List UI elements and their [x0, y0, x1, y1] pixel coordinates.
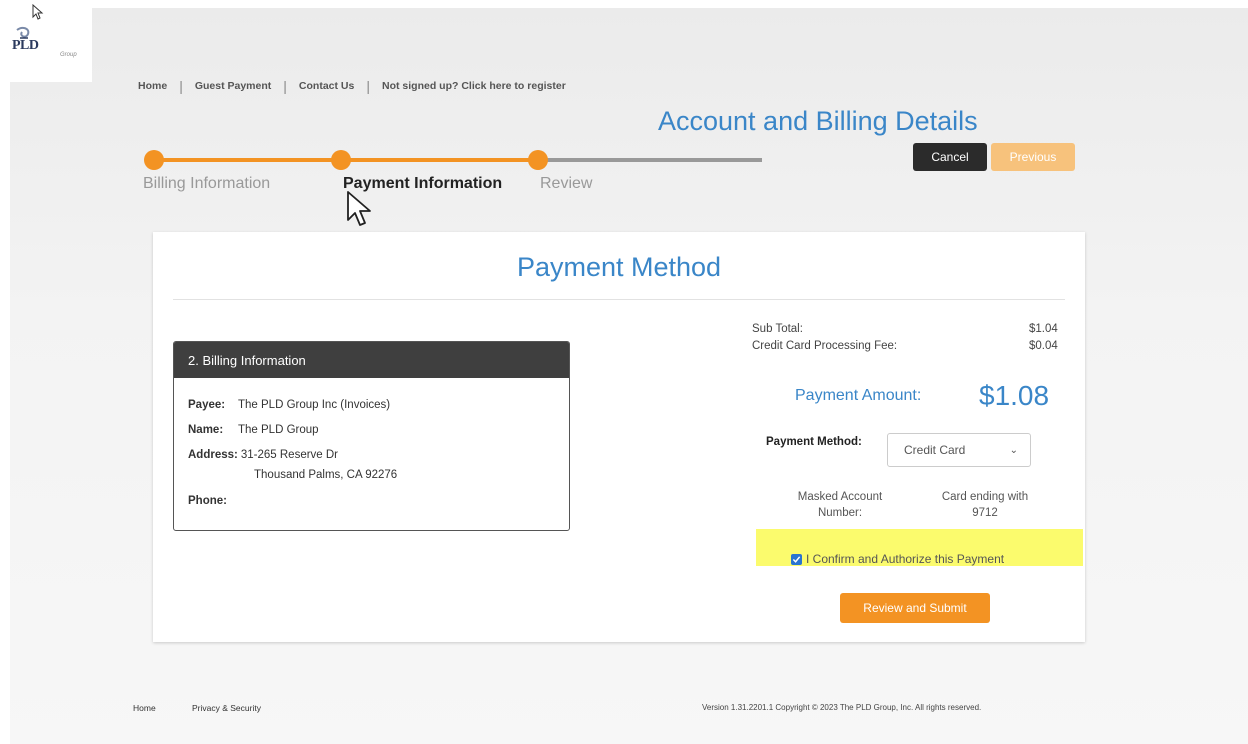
payment-amount-value: $1.08 — [979, 380, 1050, 411]
subtotal-value: $1.04 — [1029, 323, 1058, 335]
page-title: Account and Billing Details — [658, 106, 978, 136]
name-value: The PLD Group — [238, 424, 319, 436]
nav-separator: | — [366, 78, 370, 94]
logo-subtext: Group — [60, 52, 77, 58]
payment-method-label: Payment Method: — [766, 436, 862, 448]
address-line-2: Thousand Palms, CA 92276 — [254, 469, 398, 481]
payee-label: Payee: — [188, 399, 226, 411]
divider — [173, 299, 1065, 300]
phone-label: Phone: — [188, 495, 227, 507]
masked-account-label: Masked Account Number: — [775, 489, 905, 521]
step-dot-payment — [331, 150, 351, 170]
confirm-authorize-label[interactable]: I Confirm and Authorize this Payment — [806, 552, 1004, 566]
card-ending: Card ending with 9712 — [925, 489, 1045, 521]
fee-value: $0.04 — [1029, 340, 1058, 352]
step-dot-billing — [144, 150, 164, 170]
confirm-authorize: I Confirm and Authorize this Payment — [791, 552, 1004, 566]
payee-value: The PLD Group Inc (Invoices) — [238, 399, 391, 411]
logo[interactable]: PLD Group — [0, 0, 92, 82]
cancel-button[interactable]: Cancel — [913, 143, 987, 171]
nav-separator: | — [283, 78, 287, 94]
billing-card-header: 2. Billing Information — [174, 342, 569, 378]
nav-contact-us-link[interactable]: Contact Us — [299, 80, 354, 92]
billing-info-card: 2. Billing Information Payee: The PLD Gro… — [173, 341, 570, 531]
step-progress-bar — [140, 150, 780, 170]
subtotal-label: Sub Total: — [752, 323, 803, 335]
top-navigation: Home | Guest Payment | Contact Us | Not … — [138, 78, 566, 94]
payment-method-select[interactable]: Credit Card ⌄ — [887, 433, 1031, 467]
payee-row: Payee: The PLD Group Inc (Invoices) — [188, 399, 390, 411]
address-row: Address: 31-265 Reserve Dr — [188, 449, 338, 461]
step-label-billing: Billing Information — [143, 175, 271, 192]
fee-label: Credit Card Processing Fee: — [752, 340, 898, 352]
nav-separator: | — [179, 78, 183, 94]
checkbox-checked-icon[interactable] — [791, 553, 802, 565]
footer-privacy-link[interactable]: Privacy & Security — [192, 703, 261, 713]
nav-guest-payment-link[interactable]: Guest Payment — [195, 80, 271, 92]
masked-label-line-1: Masked Account — [797, 491, 883, 503]
cursor-icon — [347, 191, 371, 226]
payment-amount-label: Payment Amount: — [795, 387, 922, 404]
name-row: Name: The PLD Group — [188, 424, 319, 436]
chevron-down-icon: ⌄ — [1009, 444, 1018, 456]
logo-text: PLD — [12, 38, 39, 53]
previous-button[interactable]: Previous — [991, 143, 1075, 171]
name-label: Name: — [188, 424, 224, 436]
nav-home-link[interactable]: Home — [138, 80, 167, 92]
card-ending-line-1: Card ending with — [941, 491, 1029, 503]
footer-home-link[interactable]: Home — [133, 703, 156, 713]
masked-label-line-2: Number: — [817, 507, 863, 519]
step-label-review: Review — [540, 175, 593, 192]
address-label: Address: — [188, 449, 238, 461]
footer-copyright: Version 1.31.2201.1 Copyright © 2023 The… — [702, 703, 982, 712]
progress-line-remaining — [540, 158, 762, 162]
panel-title: Payment Method — [516, 252, 722, 282]
card-ending-line-2: 9712 — [972, 507, 998, 519]
phone-row: Phone: — [188, 495, 238, 507]
payment-method-selected: Credit Card — [904, 443, 966, 457]
step-dot-review — [528, 150, 548, 170]
address-line-1: 31-265 Reserve Dr — [240, 449, 339, 461]
cursor-icon — [32, 4, 44, 20]
payment-method-panel: Payment Method 2. Billing Information Pa… — [153, 232, 1085, 642]
review-submit-button[interactable]: Review and Submit — [840, 593, 990, 623]
nav-register-link[interactable]: Not signed up? Click here to register — [382, 80, 566, 92]
